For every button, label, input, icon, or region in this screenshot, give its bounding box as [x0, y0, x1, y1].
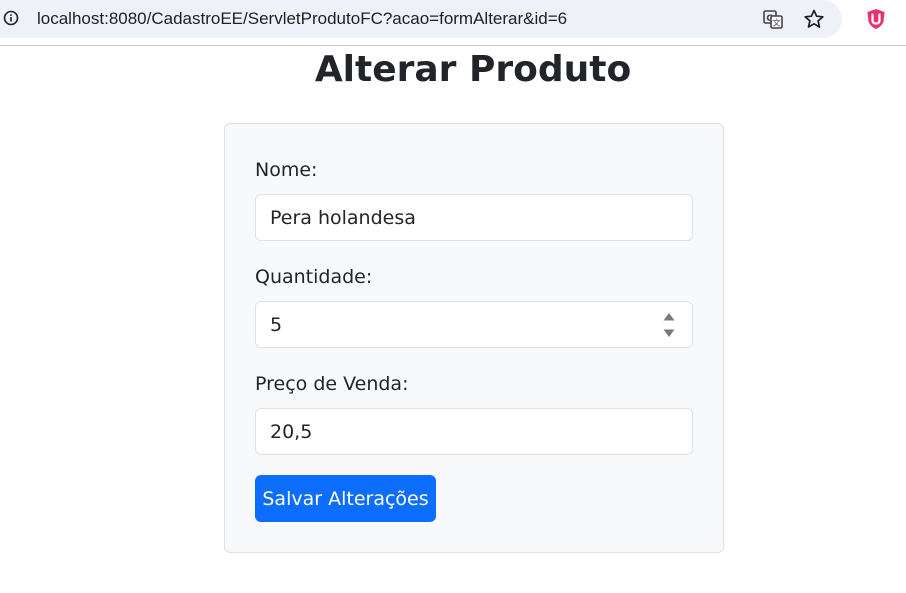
preco-input[interactable] — [255, 408, 693, 455]
quantidade-input[interactable]: 5 — [255, 301, 693, 348]
number-stepper-icon[interactable] — [662, 312, 676, 338]
star-icon[interactable] — [803, 8, 825, 30]
save-changes-button[interactable]: Salvar Alterações — [255, 475, 436, 522]
url-text[interactable]: localhost:8080/CadastroEE/ServletProduto… — [37, 9, 567, 29]
quantidade-label: Quantidade: — [255, 266, 373, 288]
svg-text:文: 文 — [773, 18, 781, 28]
shield-extension-icon[interactable] — [866, 8, 886, 30]
browser-toolbar: localhost:8080/CadastroEE/ServletProduto… — [0, 0, 906, 46]
quantidade-value: 5 — [270, 313, 283, 336]
preco-label: Preço de Venda: — [255, 373, 409, 395]
info-icon[interactable] — [3, 10, 19, 26]
translate-icon[interactable]: G 文 — [762, 8, 784, 30]
nome-input[interactable] — [255, 194, 693, 241]
page-title: Alterar Produto — [314, 49, 632, 90]
nome-label: Nome: — [255, 159, 318, 181]
address-bar[interactable]: localhost:8080/CadastroEE/ServletProduto… — [0, 0, 842, 38]
product-form-card: Nome: Quantidade: 5 Preço de Venda: Salv… — [224, 123, 724, 553]
